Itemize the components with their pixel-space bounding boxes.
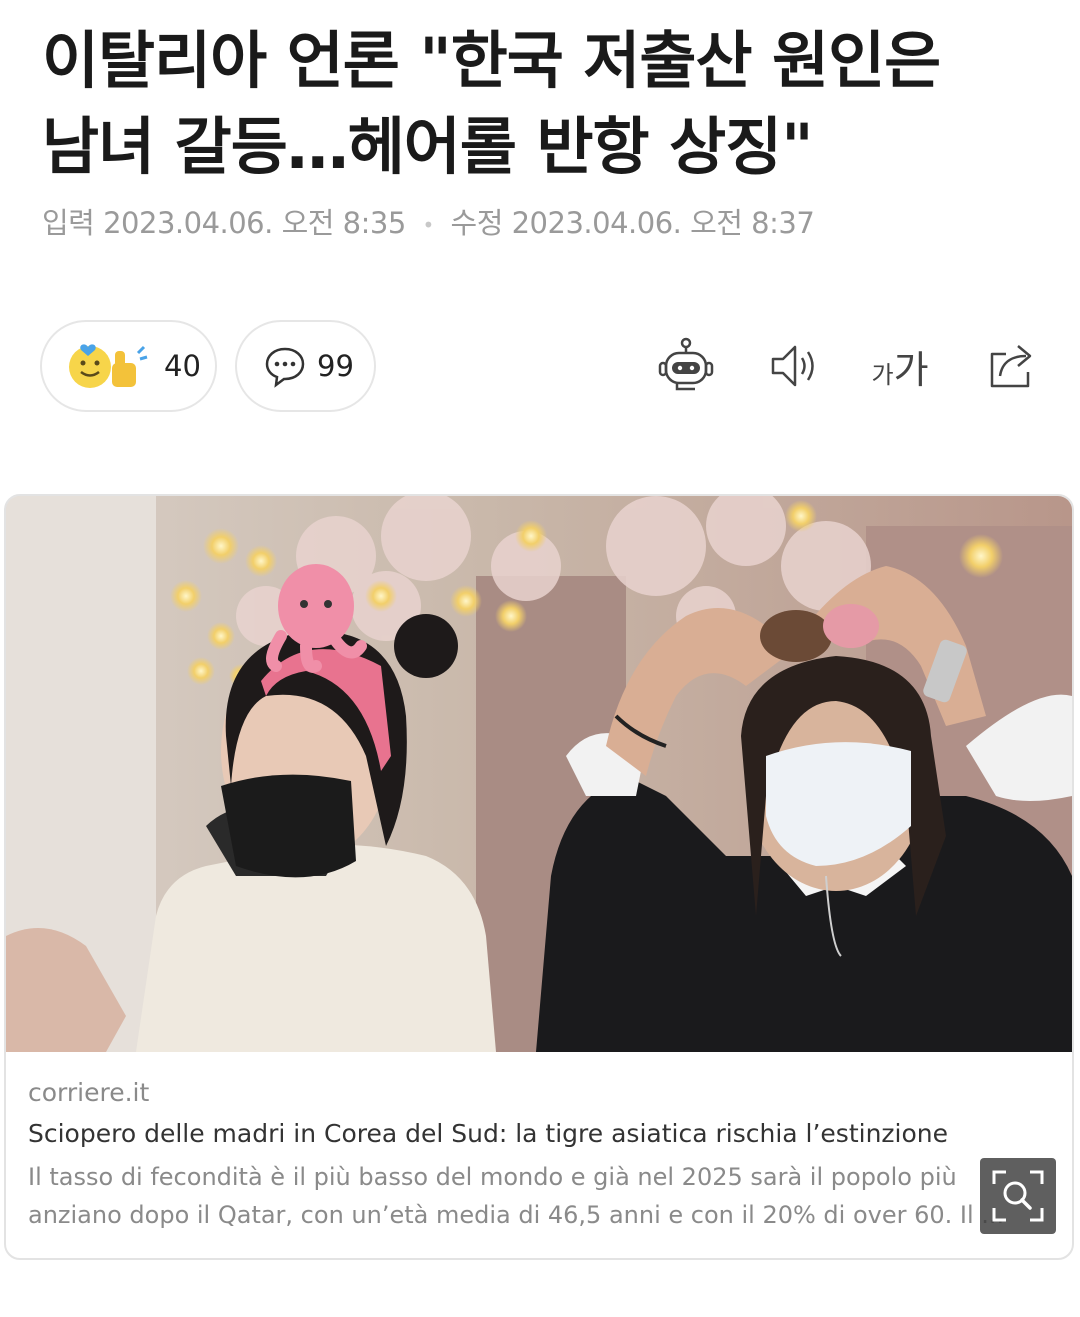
link-preview-card[interactable]: corriere.it Sciopero delle madri in Core… [4, 494, 1074, 1260]
link-source: corriere.it [28, 1078, 150, 1107]
reaction-button[interactable]: 40 [40, 320, 217, 412]
input-time: 2023.04.06. 오전 8:35 [103, 206, 406, 240]
edit-time: 2023.04.06. 오전 8:37 [511, 206, 815, 240]
font-size-icon: 가가 [871, 339, 928, 394]
link-card-text: corriere.it Sciopero delle madri in Core… [28, 1078, 1028, 1234]
speaker-icon [771, 345, 814, 387]
edit-label: 수정 [450, 206, 504, 240]
headline-line-1: 이탈리아 언론 "한국 저출산 원인은 [42, 24, 941, 97]
share-button[interactable] [982, 336, 1042, 396]
comment-bubble-icon [265, 347, 305, 388]
link-description: Il tasso di fecondità è il più basso del… [28, 1163, 1005, 1229]
magnifier-zoom-icon [992, 1170, 1044, 1222]
share-icon [990, 345, 1032, 388]
separator-dot: • [422, 213, 435, 237]
font-size-button[interactable]: 가가 [868, 336, 932, 396]
robot-summary-icon [658, 337, 714, 391]
font-large-glyph: 가 [893, 347, 929, 392]
comment-button[interactable]: 99 [235, 320, 376, 412]
comment-count: 99 [317, 349, 354, 383]
font-small-glyph: 가 [871, 360, 894, 389]
input-label: 입력 [42, 206, 95, 240]
listen-audio-button[interactable] [764, 336, 824, 396]
reaction-count: 40 [164, 349, 201, 383]
summary-bot-button[interactable] [656, 336, 716, 396]
reaction-emoji-icon [69, 344, 148, 388]
headline-line-2: 남녀 갈등…헤어롤 반항 상징" [42, 110, 814, 183]
article-photo [6, 496, 1072, 1052]
article-timestamps: 입력 2023.04.06. 오전 8:35 • 수정 2023.04.06. … [42, 200, 815, 242]
article-headline: 이탈리아 언론 "한국 저출산 원인은 남녀 갈등…헤어롤 반항 상징" [42, 18, 1042, 190]
image-zoom-button[interactable] [980, 1158, 1056, 1234]
link-title[interactable]: Sciopero delle madri in Corea del Sud: l… [28, 1119, 1028, 1148]
